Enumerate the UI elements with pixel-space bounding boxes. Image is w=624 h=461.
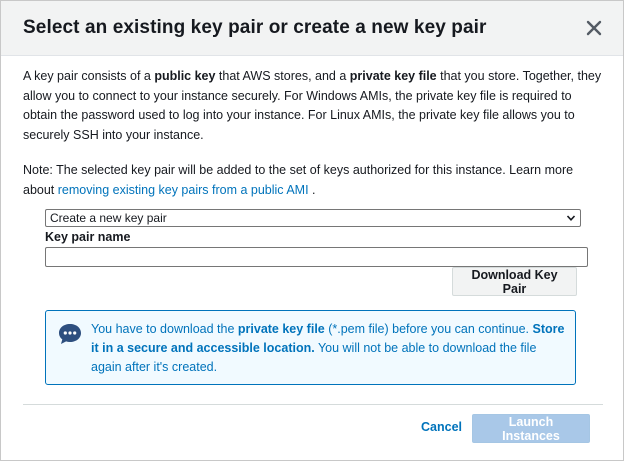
cancel-button[interactable]: Cancel (421, 420, 462, 434)
key-pair-name-label: Key pair name (45, 230, 131, 244)
info-private-key-emphasis: private key file (237, 322, 325, 336)
key-pair-description: A key pair consists of a public key that… (23, 67, 603, 145)
key-pair-select[interactable]: Create a new key pair (45, 209, 581, 227)
key-pair-select-value: Create a new key pair (50, 211, 167, 225)
key-pair-name-input[interactable] (45, 247, 588, 267)
note-end: . (308, 182, 316, 197)
launch-instances-button[interactable]: Launch Instances (472, 414, 590, 443)
chat-bubble-icon (59, 324, 81, 344)
description-text-1: A key pair consists of a (23, 69, 155, 83)
description-text-2: that AWS stores, and a (215, 69, 350, 83)
info-message: You have to download the private key fil… (91, 320, 567, 377)
chevron-down-icon (566, 215, 576, 221)
note-paragraph: Note: The selected key pair will be adde… (23, 161, 603, 200)
key-pair-dialog: Select an existing key pair or create a … (0, 0, 624, 461)
info-text-1: You have to download the (91, 322, 238, 336)
footer-divider (23, 404, 603, 405)
download-key-pair-button[interactable]: Download Key Pair (452, 267, 577, 296)
close-icon[interactable] (583, 17, 605, 39)
info-alert: You have to download the private key fil… (45, 310, 576, 385)
info-text-2: (*.pem file) before you can continue. (324, 322, 533, 336)
private-key-file-emphasis: private key file (349, 69, 437, 83)
dialog-header: Select an existing key pair or create a … (1, 1, 623, 56)
remove-key-pairs-link[interactable]: removing existing key pairs from a publi… (58, 183, 309, 197)
dialog-title: Select an existing key pair or create a … (23, 17, 487, 38)
public-key-emphasis: public key (154, 69, 216, 83)
